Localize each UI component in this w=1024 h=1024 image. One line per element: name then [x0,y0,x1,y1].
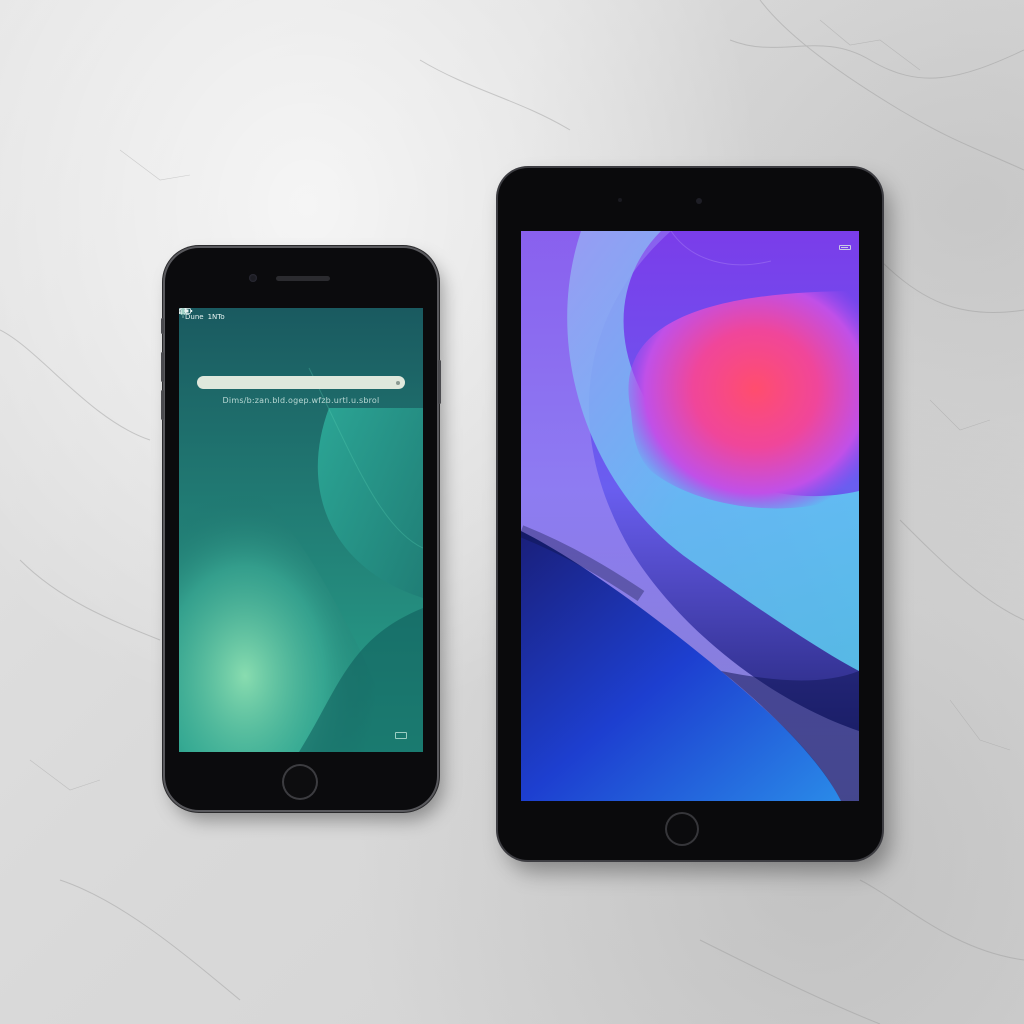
tablet [498,168,882,860]
search-caption: Dims/b:zan.bld.ogep.wfzb.urtl.u.sbrol [222,396,380,405]
tablet-screen [521,231,859,801]
keyboard-icon[interactable] [395,732,407,739]
phone-status-bar: Dune 1NTo [179,308,423,326]
phone-wallpaper [179,308,423,752]
tablet-wallpaper [521,231,859,801]
search-icon [396,380,400,385]
phone-screen: Dune 1NTo Dims/b:zan.bld.ogep.wfzb.urtl.… [179,308,423,752]
tablet-front-camera [696,198,702,204]
mic-icon[interactable] [179,308,187,318]
phone-volume-up-button[interactable] [161,352,164,382]
phone-power-button[interactable] [438,360,441,404]
carrier-text: Dune [185,313,204,321]
smartphone: Dune 1NTo Dims/b:zan.bld.ogep.wfzb.urtl.… [161,248,441,810]
phone-speaker [276,276,330,281]
phone-front-camera [249,274,257,282]
battery-icon [839,245,851,250]
tablet-sensor [618,198,622,202]
phone-mute-switch[interactable] [161,318,164,334]
network-text: 1NTo [207,313,225,321]
phone-home-button[interactable] [282,764,318,800]
tablet-home-button[interactable] [665,812,699,846]
search-input[interactable] [197,376,405,389]
phone-volume-down-button[interactable] [161,390,164,420]
